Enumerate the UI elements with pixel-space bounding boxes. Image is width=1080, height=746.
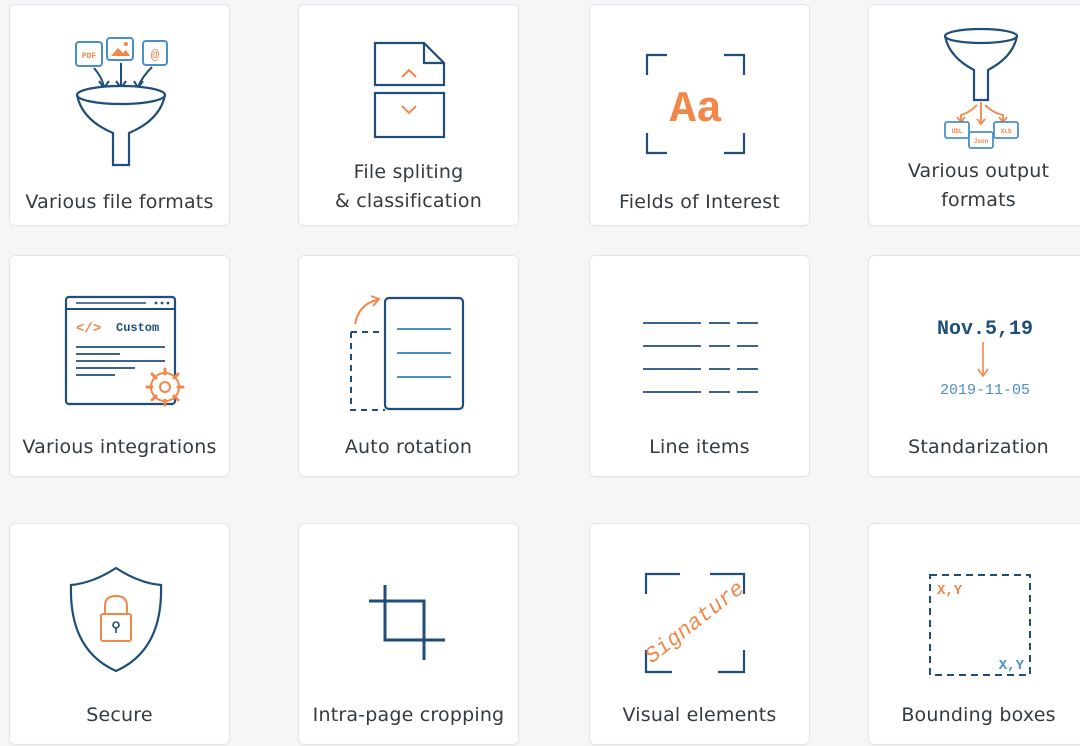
xls-badge-text: XLS xyxy=(1001,128,1012,135)
lock-icon xyxy=(100,594,132,642)
feature-card-visual-elements[interactable]: Signature Visual elements xyxy=(589,523,810,745)
feature-card-file-formats[interactable]: PDF @ Various file formats xyxy=(9,4,230,226)
feature-label: Various file formats xyxy=(25,191,214,213)
feature-label: File spliting & classification xyxy=(335,161,482,212)
feature-label: Fields of Interest xyxy=(619,191,780,213)
date-target-text: 2019-11-05 xyxy=(940,382,1030,399)
feature-card-cropping[interactable]: Intra-page cropping xyxy=(298,523,519,745)
feature-card-file-splitting[interactable]: File spliting & classification xyxy=(298,4,519,226)
feature-card-bounding-boxes[interactable]: X,Y X,Y Bounding boxes xyxy=(868,523,1080,745)
feature-card-secure[interactable]: Secure xyxy=(9,523,230,745)
feature-label: Various integrations xyxy=(22,436,217,458)
signature-text: Signature xyxy=(641,576,750,669)
json-badge-text: Json xyxy=(974,138,989,145)
pdf-badge-text: PDF xyxy=(82,52,97,61)
feature-label: Secure xyxy=(86,704,153,726)
email-badge-text: @ xyxy=(151,48,160,64)
gear-icon xyxy=(145,367,185,407)
xy-top-left-text: X,Y xyxy=(937,583,963,599)
aa-glyph: Aa xyxy=(670,85,723,135)
feature-card-auto-rotation[interactable]: Auto rotation xyxy=(298,255,519,477)
feature-label: Intra-page cropping xyxy=(312,704,505,726)
custom-text: Custom xyxy=(116,321,159,335)
feature-label: Visual elements xyxy=(622,704,777,726)
feature-label: Various output formats xyxy=(907,160,1050,211)
date-source-text: Nov.5,19 xyxy=(937,318,1033,341)
code-brackets-text: </> xyxy=(76,321,101,337)
feature-label: Auto rotation xyxy=(344,436,473,458)
feature-card-output-formats[interactable]: UBL XLS Json Various output formats xyxy=(868,4,1080,226)
feature-label: Line items xyxy=(649,436,750,458)
feature-card-standardization[interactable]: Nov.5,19 2019-11-05 Standarization xyxy=(868,255,1080,477)
feature-label: Standarization xyxy=(908,436,1049,458)
feature-card-fields-of-interest[interactable]: Aa Fields of Interest xyxy=(589,4,810,226)
xy-bottom-right-text: X,Y xyxy=(999,658,1025,674)
feature-card-integrations[interactable]: </> Custom Various integrations xyxy=(9,255,230,477)
feature-label: Bounding boxes xyxy=(901,704,1056,726)
ubl-badge-text: UBL xyxy=(952,128,963,135)
feature-card-line-items[interactable]: Line items xyxy=(589,255,810,477)
